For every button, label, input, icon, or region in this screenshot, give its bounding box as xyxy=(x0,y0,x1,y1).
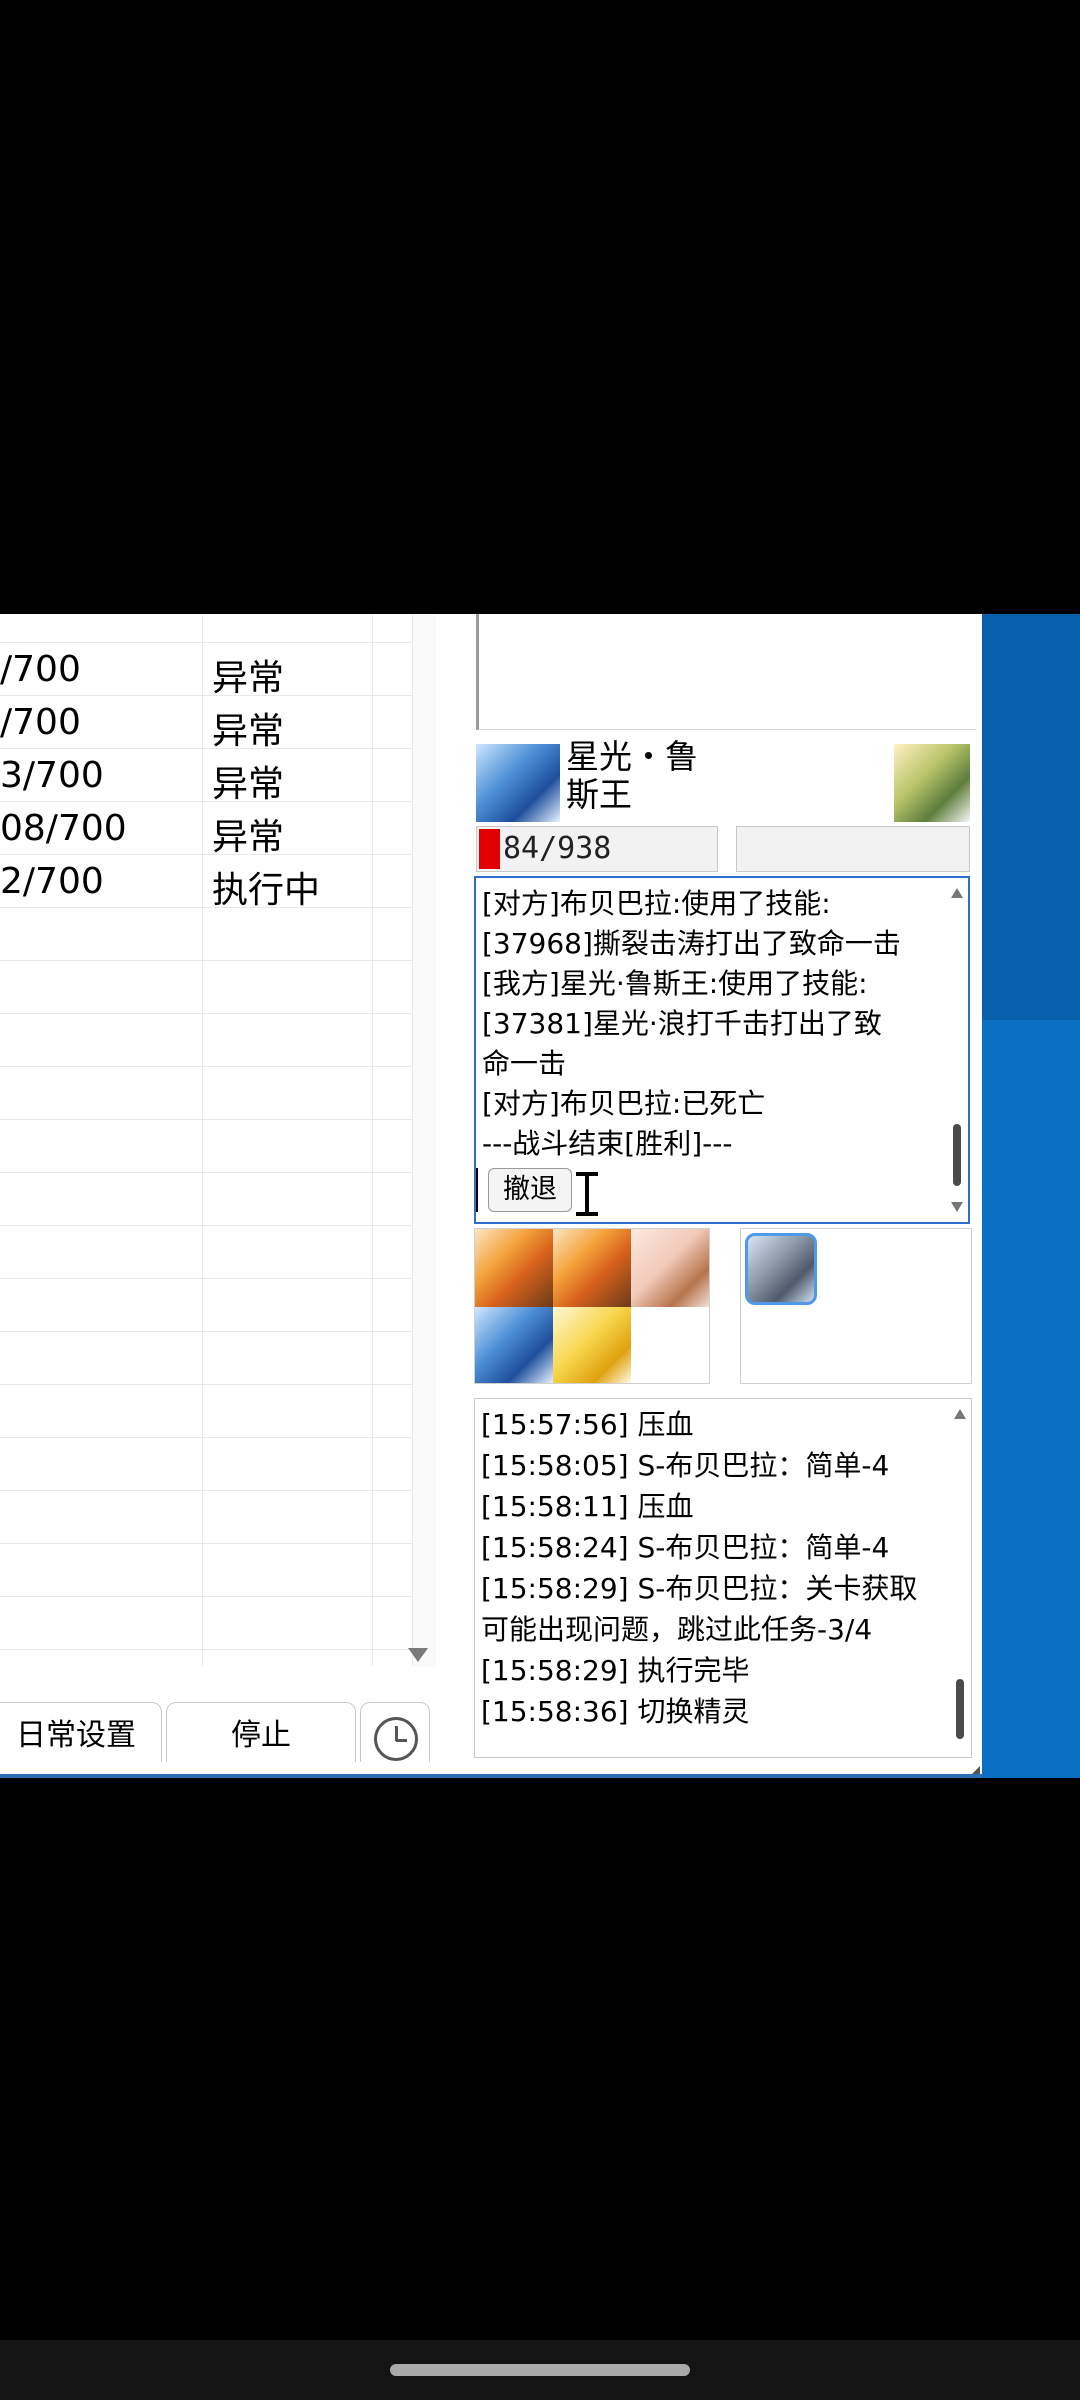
task-log[interactable]: [15:57:56] 压血 [15:58:05] S-布贝巴拉：简单-4 [15… xyxy=(474,1398,972,1758)
table-row[interactable] xyxy=(0,1385,412,1438)
row-status: 异常 xyxy=(212,817,285,858)
battle-panel: 星光・鲁 斯王 84/938 [对方]布贝巴拉:使用了技能: [37968]撕裂… xyxy=(470,614,982,1774)
text-cursor-icon xyxy=(572,1172,602,1216)
enemy-hp-bar xyxy=(736,826,970,872)
task-log-scrollbar[interactable] xyxy=(949,1399,971,1757)
table-row[interactable] xyxy=(0,614,412,643)
desktop-background-dark xyxy=(982,614,1080,1020)
table-row[interactable] xyxy=(0,1120,412,1173)
log-line: [对方]布贝巴拉:已死亡 xyxy=(482,1087,766,1120)
table-row[interactable] xyxy=(0,1332,412,1385)
task-log-line: [15:58:29] 执行完毕 xyxy=(481,1654,750,1687)
log-line: ---战斗结束[胜利]--- xyxy=(482,1127,733,1160)
log-line: [37968]撕裂击涛打出了致命一击 xyxy=(482,927,901,960)
log-line: [对方]布贝巴拉:使用了技能: xyxy=(482,887,831,920)
team-pet-avatar[interactable] xyxy=(553,1307,631,1383)
task-log-line: 可能出现问题，跳过此任务-3/4 xyxy=(481,1613,873,1646)
hp-text: 84/938 xyxy=(503,831,612,866)
resize-grip-icon[interactable] xyxy=(970,1766,980,1774)
my-pet-name: 星光・鲁 斯王 xyxy=(566,738,726,814)
log-line: [37381]星光·浪打千击打出了致 xyxy=(482,1007,882,1040)
table-scrollbar[interactable] xyxy=(412,614,436,1666)
scroll-thumb[interactable] xyxy=(953,1124,961,1186)
task-log-line: [15:58:24] S-布贝巴拉：简单-4 xyxy=(481,1531,890,1564)
row-status: 异常 xyxy=(212,658,285,699)
desktop-background xyxy=(982,614,1080,1778)
table-row[interactable] xyxy=(0,961,412,1014)
row-progress: /700 xyxy=(0,702,81,743)
table-row[interactable] xyxy=(0,1173,412,1226)
text-caret xyxy=(476,1168,478,1212)
log-line: [我方]星光·鲁斯王:使用了技能: xyxy=(482,967,868,1000)
enemy-team-pet-avatar[interactable] xyxy=(745,1233,817,1305)
table-row[interactable]: 08/700 异常 xyxy=(0,802,412,858)
table-row[interactable] xyxy=(0,1067,412,1120)
team-pet-avatar[interactable] xyxy=(475,1229,553,1307)
table-row[interactable]: /700 异常 xyxy=(0,643,412,699)
enemy-pet-avatar[interactable] xyxy=(894,744,970,822)
my-pet-avatar[interactable] xyxy=(476,744,560,822)
task-log-line: [15:58:29] S-布贝巴拉：关卡获取 xyxy=(481,1572,918,1605)
scroll-up-icon[interactable] xyxy=(951,888,963,898)
stop-button[interactable]: 停止 xyxy=(166,1702,356,1762)
info-box xyxy=(476,614,976,730)
daily-settings-button[interactable]: 日常设置 xyxy=(0,1702,162,1762)
pet-name-line1: 星光・鲁 xyxy=(566,737,698,776)
task-log-line: [15:58:05] S-布贝巴拉：简单-4 xyxy=(481,1449,890,1482)
table-row[interactable] xyxy=(0,1544,412,1597)
task-log-line: [15:58:11] 压血 xyxy=(481,1490,694,1523)
scroll-thumb[interactable] xyxy=(956,1679,964,1739)
table-row[interactable] xyxy=(0,1491,412,1544)
row-status: 异常 xyxy=(212,711,285,752)
retreat-button[interactable]: 撤退 xyxy=(488,1168,572,1212)
task-log-line: [15:57:56] 压血 xyxy=(481,1408,694,1441)
hp-fill xyxy=(479,829,500,869)
scroll-down-icon[interactable] xyxy=(408,1648,428,1662)
team-pet-avatar[interactable] xyxy=(631,1229,709,1307)
row-status: 执行中 xyxy=(212,870,321,911)
task-log-line: [15:58:36] 切换精灵 xyxy=(481,1695,750,1728)
row-progress: 2/700 xyxy=(0,861,104,902)
table-row[interactable]: 3/700 异常 xyxy=(0,749,412,805)
my-team-box xyxy=(474,1228,710,1384)
log-line: 命一击 xyxy=(482,1047,567,1080)
team-pet-avatar[interactable] xyxy=(553,1229,631,1307)
app-window: /700 异常 /700 异常 3/700 异常 08/700 异常 2/700… xyxy=(0,614,982,1778)
row-progress: /700 xyxy=(0,649,81,690)
row-progress: 3/700 xyxy=(0,755,104,796)
table-row[interactable]: 2/700 执行中 xyxy=(0,855,412,911)
home-indicator[interactable] xyxy=(390,2364,690,2376)
enemy-team-box xyxy=(740,1228,972,1384)
navigation-bar xyxy=(0,2340,1080,2400)
row-progress: 08/700 xyxy=(0,808,127,849)
table-row[interactable]: /700 异常 xyxy=(0,696,412,752)
scroll-up-icon[interactable] xyxy=(954,1409,966,1419)
clock-icon xyxy=(374,1717,418,1761)
table-row[interactable] xyxy=(0,1014,412,1067)
team-pet-avatar[interactable] xyxy=(475,1307,553,1383)
table-row[interactable] xyxy=(0,1226,412,1279)
task-table: /700 异常 /700 异常 3/700 异常 08/700 异常 2/700… xyxy=(0,614,436,1666)
table-row[interactable] xyxy=(0,1597,412,1650)
table-row[interactable] xyxy=(0,1279,412,1332)
schedule-button[interactable] xyxy=(360,1702,430,1762)
table-row[interactable] xyxy=(0,908,412,961)
battle-log[interactable]: [对方]布贝巴拉:使用了技能: [37968]撕裂击涛打出了致命一击 [我方]星… xyxy=(474,876,970,1224)
table-row[interactable] xyxy=(0,1438,412,1491)
scroll-down-icon[interactable] xyxy=(951,1202,963,1212)
log-scrollbar[interactable] xyxy=(946,878,968,1222)
pet-name-line2: 斯王 xyxy=(566,775,632,814)
my-hp-bar: 84/938 xyxy=(476,826,718,872)
row-status: 异常 xyxy=(212,764,285,805)
